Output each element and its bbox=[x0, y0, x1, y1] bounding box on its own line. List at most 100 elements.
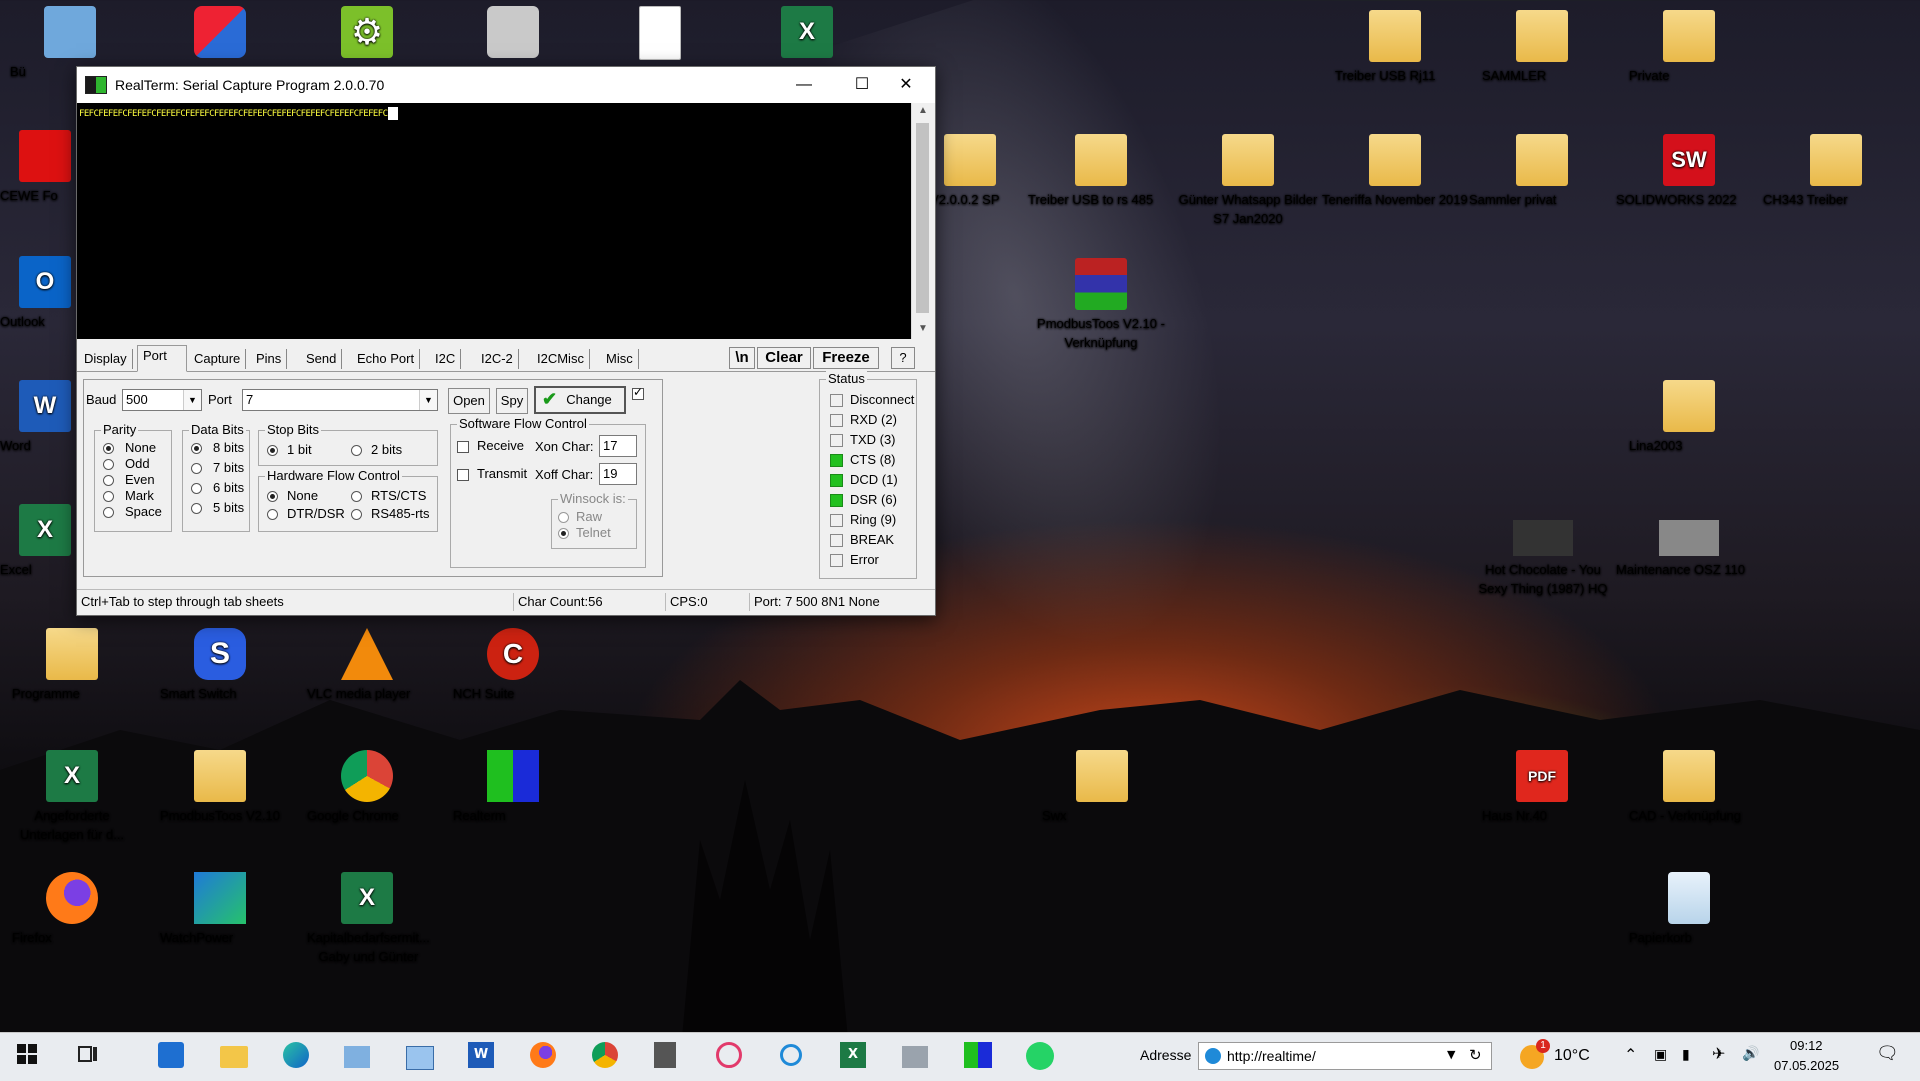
desktop-icon-vlc[interactable]: VLC media player bbox=[307, 628, 427, 701]
change-checkbox[interactable]: ✓ bbox=[632, 385, 644, 400]
desktop-icon-watchpower[interactable]: WatchPower bbox=[160, 872, 280, 945]
terminal-scrollbar[interactable]: ▲ ▼ bbox=[911, 103, 934, 339]
desktop-icon-nch[interactable]: C NCH Suite bbox=[453, 628, 573, 701]
receive-checkbox[interactable] bbox=[457, 441, 469, 453]
scroll-thumb[interactable] bbox=[916, 123, 929, 313]
snipping-tool-icon[interactable] bbox=[716, 1042, 746, 1072]
desktop-icon-document[interactable] bbox=[600, 6, 720, 64]
winsock-telnet-radio[interactable] bbox=[558, 528, 569, 539]
calculator-icon[interactable] bbox=[654, 1042, 684, 1072]
desktop-icon-sammler[interactable]: SAMMLER bbox=[1482, 10, 1602, 83]
desktop-icon-teneriffa[interactable]: Teneriffa November 2019 bbox=[1322, 134, 1468, 207]
usb-device-icon[interactable]: ▣ bbox=[1654, 1046, 1667, 1063]
data-bits-7-radio[interactable] bbox=[191, 463, 202, 474]
clock-time[interactable]: 09:12 bbox=[1790, 1038, 1823, 1053]
hwflow-dtr-dsr-radio[interactable] bbox=[267, 509, 278, 520]
start-windows-icon[interactable] bbox=[15, 1042, 45, 1072]
transmit-checkbox[interactable] bbox=[457, 469, 469, 481]
desktop-icon-pmodbus[interactable]: PmodbusToos V2.10 bbox=[160, 750, 280, 823]
help-button[interactable]: ? bbox=[891, 347, 915, 369]
tab-i2c-2[interactable]: I2C-2 bbox=[476, 349, 519, 369]
xoff-char-input[interactable]: 19 bbox=[599, 463, 637, 485]
desktop-icon-guenter-whatsapp[interactable]: Günter Whatsapp Bilder S7 Jan2020 bbox=[1175, 134, 1321, 226]
file-explorer-icon[interactable] bbox=[220, 1042, 250, 1072]
desktop-icon-excel-top[interactable]: X bbox=[747, 6, 867, 62]
temperature[interactable]: 10°C bbox=[1554, 1047, 1590, 1065]
title-bar[interactable]: RealTerm: Serial Capture Program 2.0.0.7… bbox=[77, 67, 935, 103]
desktop-icon-smart-switch[interactable]: S Smart Switch bbox=[160, 628, 280, 701]
edge-icon[interactable] bbox=[283, 1042, 313, 1072]
whatsapp-icon[interactable] bbox=[1026, 1042, 1056, 1072]
data-bits-5-radio[interactable] bbox=[191, 503, 202, 514]
open-button[interactable]: Open bbox=[448, 388, 490, 414]
stop-bits-2-radio[interactable] bbox=[351, 445, 362, 456]
desktop-icon-realterm[interactable]: Realterm bbox=[453, 750, 573, 823]
tab-misc[interactable]: Misc bbox=[601, 349, 639, 369]
desktop-icon-ch343[interactable]: CH343 Treiber bbox=[1763, 134, 1909, 207]
parity-mark-radio[interactable] bbox=[103, 491, 114, 502]
desktop-icon-angeforderte[interactable]: X Angeforderte Unterlagen für d... bbox=[12, 750, 132, 842]
change-button[interactable]: ✔ Change bbox=[534, 386, 626, 414]
tab-i2cmisc[interactable]: I2CMisc bbox=[532, 349, 590, 369]
desktop-icon-camera[interactable] bbox=[453, 6, 573, 62]
clock-date[interactable]: 07.05.2025 bbox=[1774, 1058, 1839, 1073]
notification-icon[interactable]: 🗨 bbox=[1876, 1043, 1899, 1064]
installer-icon[interactable] bbox=[902, 1042, 932, 1072]
cortana-icon[interactable] bbox=[778, 1042, 808, 1072]
port-select[interactable]: 7 ▼ bbox=[242, 389, 438, 411]
desktop-icon-cad[interactable]: CAD - Verknüpfung bbox=[1629, 750, 1749, 823]
desktop-icon-swx[interactable]: Swx bbox=[1042, 750, 1162, 823]
firefox-taskbar-icon[interactable] bbox=[530, 1042, 560, 1072]
desktop-icon-haus-nr40[interactable]: PDF Haus Nr.40 bbox=[1482, 750, 1602, 823]
desktop-icon-lina2003[interactable]: Lina2003 bbox=[1629, 380, 1749, 453]
volume-icon[interactable]: 🔊 bbox=[1742, 1045, 1759, 1062]
realterm-taskbar-icon[interactable] bbox=[964, 1042, 994, 1072]
hwflow-none-radio[interactable] bbox=[267, 491, 278, 502]
chrome-taskbar-icon[interactable] bbox=[592, 1042, 622, 1072]
desktop-icon-maintenance[interactable]: Maintenance OSZ 110 bbox=[1616, 520, 1762, 577]
clear-button[interactable]: Clear bbox=[757, 347, 811, 369]
parity-even-radio[interactable] bbox=[103, 475, 114, 486]
desktop-icon-chrome[interactable]: Google Chrome bbox=[307, 750, 427, 823]
close-button[interactable]: ✕ bbox=[877, 67, 935, 103]
parity-odd-radio[interactable] bbox=[103, 459, 114, 470]
hwflow-rs485-radio[interactable] bbox=[351, 509, 362, 520]
freeze-button[interactable]: Freeze bbox=[813, 347, 879, 369]
address-bar[interactable]: http://realtime/ ▼ ↻ bbox=[1198, 1042, 1492, 1070]
newline-button[interactable]: \n bbox=[729, 347, 755, 369]
desktop-icon-sammler-privat[interactable]: Sammler privat bbox=[1469, 134, 1615, 207]
data-bits-6-radio[interactable] bbox=[191, 483, 202, 494]
tab-send[interactable]: Send bbox=[301, 349, 343, 369]
desktop-icon-kapitalbedarf[interactable]: X Kapitalbedarfsermit... Gaby und Günter bbox=[307, 872, 430, 964]
xon-char-input[interactable]: 17 bbox=[599, 435, 637, 457]
tab-capture[interactable]: Capture bbox=[189, 349, 247, 369]
desktop-icon-pmodbus-link[interactable]: PmodbusToos V2.10 - Verknüpfung bbox=[1028, 258, 1174, 350]
word-taskbar-icon[interactable]: W bbox=[468, 1042, 498, 1072]
spy-button[interactable]: Spy bbox=[496, 388, 528, 414]
tab-i2c[interactable]: I2C bbox=[430, 349, 462, 369]
scroll-up-icon[interactable]: ▲ bbox=[912, 105, 934, 116]
address-input[interactable]: http://realtime/ bbox=[1227, 1048, 1316, 1064]
network-drive-icon[interactable] bbox=[344, 1042, 374, 1072]
desktop-icon-private[interactable]: Private bbox=[1629, 10, 1749, 83]
desktop-icon-security[interactable] bbox=[160, 6, 280, 62]
desktop-icon-solidworks[interactable]: SW SOLIDWORKS 2022 bbox=[1616, 134, 1762, 207]
chevron-up-icon[interactable]: ⌃ bbox=[1624, 1045, 1637, 1065]
desktop-icon-settings[interactable]: ⚙ bbox=[307, 6, 427, 62]
stop-bits-1-radio[interactable] bbox=[267, 445, 278, 456]
winsock-raw-radio[interactable] bbox=[558, 512, 569, 523]
minimize-button[interactable]: — bbox=[775, 67, 833, 103]
desktop-icon-hot-chocolate[interactable]: Hot Chocolate - You Sexy Thing (1987) HQ bbox=[1470, 520, 1616, 596]
chevron-down-icon[interactable]: ▼ bbox=[1447, 1048, 1455, 1061]
desktop-icon-firefox[interactable]: Firefox bbox=[12, 872, 132, 945]
parity-none-radio[interactable] bbox=[103, 443, 114, 454]
contacts-icon[interactable] bbox=[406, 1042, 436, 1072]
tab-echo-port[interactable]: Echo Port bbox=[352, 349, 421, 369]
task-view-icon[interactable] bbox=[76, 1042, 106, 1072]
tab-pins[interactable]: Pins bbox=[251, 349, 288, 369]
hwflow-rts-cts-radio[interactable] bbox=[351, 491, 362, 502]
desktop-icon-programme[interactable]: Programme bbox=[12, 628, 132, 701]
baud-select[interactable]: 500 ▼ bbox=[122, 389, 202, 411]
tab-display[interactable]: Display bbox=[79, 349, 133, 369]
tab-port[interactable]: Port bbox=[137, 345, 187, 372]
